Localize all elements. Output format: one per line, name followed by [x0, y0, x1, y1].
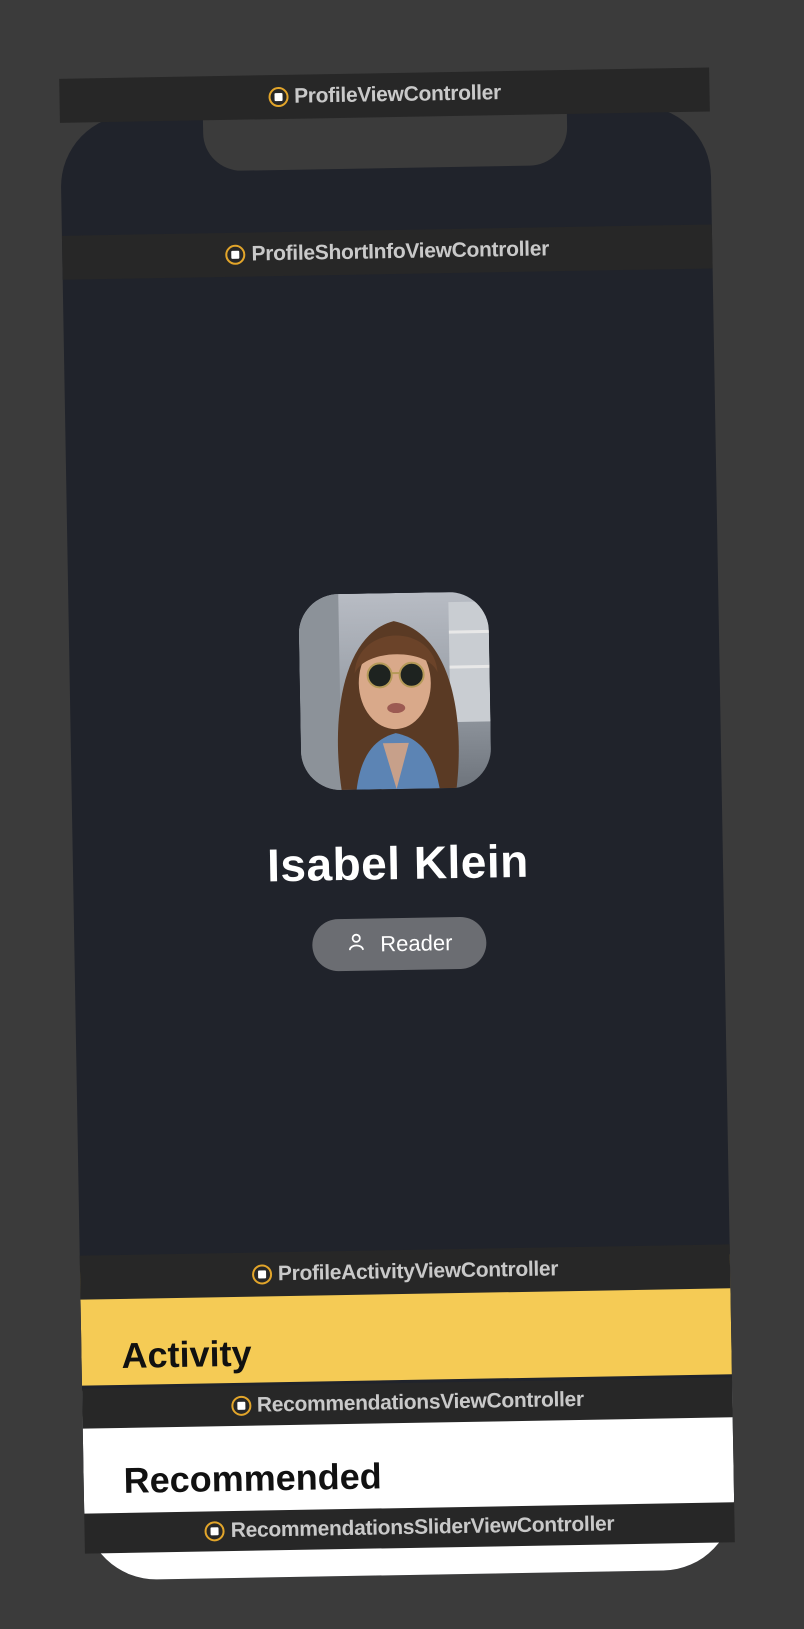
- view-controller-icon: [231, 1396, 251, 1416]
- vc-label-text: RecommendationsViewController: [257, 1388, 584, 1418]
- profile-avatar[interactable]: [298, 591, 491, 790]
- vc-label-text: ProfileViewController: [294, 81, 501, 109]
- view-controller-icon: [205, 1521, 225, 1541]
- profile-name: Isabel Klein: [73, 830, 724, 895]
- vc-label-text: ProfileActivityViewController: [278, 1257, 559, 1286]
- vc-label-text: ProfileShortInfoViewController: [251, 237, 549, 266]
- view-controller-icon: [268, 87, 288, 107]
- activity-title: Activity: [121, 1333, 252, 1377]
- role-badge[interactable]: Reader: [312, 917, 487, 972]
- storyboard-canvas: Isabel Klein Reader Activity Recommended…: [0, 0, 804, 1629]
- vc-label-text: RecommendationsSliderViewController: [231, 1512, 615, 1543]
- view-controller-icon: [252, 1264, 272, 1284]
- role-label: Reader: [380, 930, 453, 957]
- person-icon: [346, 932, 366, 958]
- view-controller-icon: [225, 245, 245, 265]
- recommended-title: Recommended: [123, 1455, 382, 1501]
- phone-frame: Isabel Klein Reader Activity Recommended: [60, 104, 735, 1580]
